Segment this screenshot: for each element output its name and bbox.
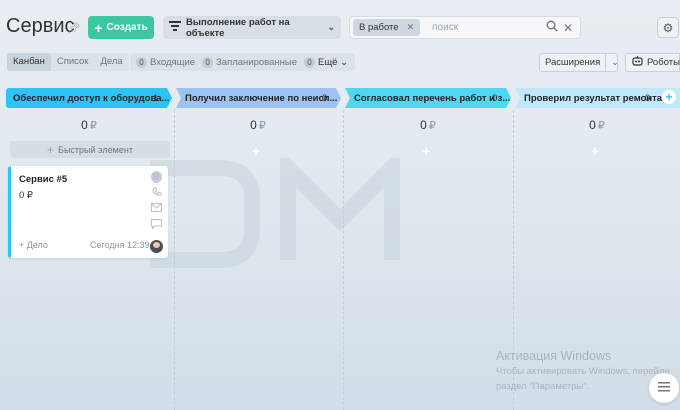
column-add-icon[interactable]: + (422, 143, 430, 159)
pin-icon[interactable]: 📌︎ (67, 22, 81, 35)
robot-icon (632, 56, 643, 69)
stage-title: Получил заключение по неисп... (185, 92, 338, 104)
plus-icon: + (47, 142, 55, 157)
quick-add-label: Быстрый элемент (58, 144, 133, 155)
counter-incoming[interactable]: 0 Входящие (136, 56, 195, 68)
filter-search-bar[interactable]: В работе ✕ поиск ✕ (349, 16, 581, 39)
card-time: Сегодня 12:39 (90, 240, 150, 250)
menu-lines-icon (658, 381, 670, 395)
view-activities[interactable]: Дела (94, 53, 128, 71)
stage-header-4[interactable]: Проверил результат ремонта 0 (515, 88, 680, 108)
column-divider (343, 110, 344, 410)
page-title: Сервис (6, 15, 75, 37)
stage-sum: 0 ₽ (250, 118, 266, 132)
card-sum: 0 ₽ (19, 190, 33, 201)
clear-icon[interactable]: ✕ (563, 21, 573, 35)
kanban-card[interactable]: Сервис #5 0 ₽ 0 + Дело Сегодня 12:39 (8, 166, 168, 258)
robots-button[interactable]: Роботы (625, 53, 680, 72)
extensions-button[interactable]: Расширения ⌄ (539, 53, 619, 72)
settings-gear-button[interactable]: ⚙ (657, 17, 679, 38)
stage-header-2[interactable]: Получил заключение по неисп... 0 (176, 88, 341, 108)
funnel-icon (169, 21, 181, 34)
robots-label: Роботы (647, 57, 680, 68)
activation-line-1: Чтобы активировать Windows, перейди (496, 366, 670, 377)
windows-activation-watermark: Активация Windows Чтобы активировать Win… (496, 349, 670, 393)
stage-header-3[interactable]: Согласовал перечень работ и з... 0 (345, 88, 511, 108)
view-kanban[interactable]: Канбан (7, 53, 51, 71)
stage-title: Обеспечил доступ к оборудова... (13, 92, 170, 104)
stage-header-1[interactable]: Обеспечил доступ к оборудова... 1 (6, 88, 172, 108)
gear-icon: ⚙ (662, 20, 674, 35)
chevron-down-icon[interactable]: ⌄ (606, 57, 624, 68)
card-title[interactable]: Сервис #5 (19, 174, 67, 185)
stage-count: 1 (153, 92, 159, 104)
plus-icon: + (94, 19, 103, 36)
chat-icon[interactable] (151, 219, 162, 231)
stage-sum: 0 ₽ (589, 118, 605, 132)
column-add-icon[interactable]: + (252, 143, 260, 159)
counter-panel: 0 Входящие 0 Запланированные 0 Ещё ⌄ (130, 53, 355, 71)
mail-icon[interactable] (151, 203, 162, 215)
card-add-activity[interactable]: + Дело (19, 240, 48, 250)
search-icon[interactable] (546, 20, 558, 35)
card-counter-badge: 0 (151, 171, 162, 183)
avatar[interactable] (150, 240, 163, 253)
activation-heading: Активация Windows (496, 349, 612, 363)
column-divider (174, 110, 175, 410)
search-input[interactable]: поиск (432, 22, 458, 33)
add-stage-button[interactable]: + (662, 90, 676, 104)
stage-sum: 0 ₽ (420, 118, 436, 132)
chevron-down-icon: ⌄ (340, 56, 349, 68)
watermark-logo (150, 158, 400, 268)
filter-chip[interactable]: В работе ✕ (353, 19, 421, 36)
floating-menu-button[interactable] (649, 373, 679, 403)
create-button-label: Создать (106, 22, 148, 33)
stage-title: Согласовал перечень работ и з... (354, 92, 511, 104)
view-list[interactable]: Список (51, 53, 95, 71)
activation-line-2: раздел "Параметры". (496, 381, 590, 392)
stage-title: Проверил результат ремонта (524, 92, 663, 104)
column-add-icon[interactable]: + (591, 143, 599, 159)
counter-planned[interactable]: 0 Запланированные (202, 56, 297, 68)
chevron-down-icon: ⌄ (327, 22, 335, 32)
pipeline-label: Выполнение работ на объекте (186, 16, 290, 39)
filter-chip-label: В работе (359, 22, 399, 33)
view-switcher: Канбан Список Дела (7, 53, 129, 71)
counter-more[interactable]: 0 Ещё ⌄ (304, 56, 349, 68)
stage-count: 0 (492, 92, 498, 104)
create-button[interactable]: + Создать (88, 16, 154, 39)
extensions-label: Расширения (540, 54, 607, 71)
stage-count: 0 (322, 92, 328, 104)
top-bar: Сервис 📌︎ + Создать Выполнение работ на … (0, 0, 680, 48)
pipeline-selector[interactable]: Выполнение работ на объекте ⌄ (163, 16, 341, 39)
quick-add-button[interactable]: + Быстрый элемент (10, 141, 170, 158)
stage-sum: 0 ₽ (81, 118, 97, 132)
stage-count: 0 (645, 92, 651, 104)
phone-icon[interactable] (152, 187, 162, 199)
chip-close-icon[interactable]: ✕ (407, 22, 415, 33)
